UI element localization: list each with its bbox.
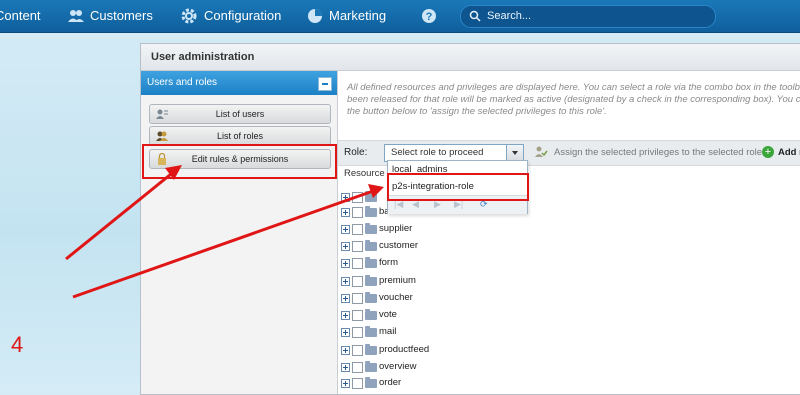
arrow-line bbox=[72, 188, 377, 299]
step-number: 4 bbox=[11, 332, 24, 357]
annotation-arrows bbox=[65, 165, 384, 299]
arrow-line bbox=[65, 168, 177, 261]
